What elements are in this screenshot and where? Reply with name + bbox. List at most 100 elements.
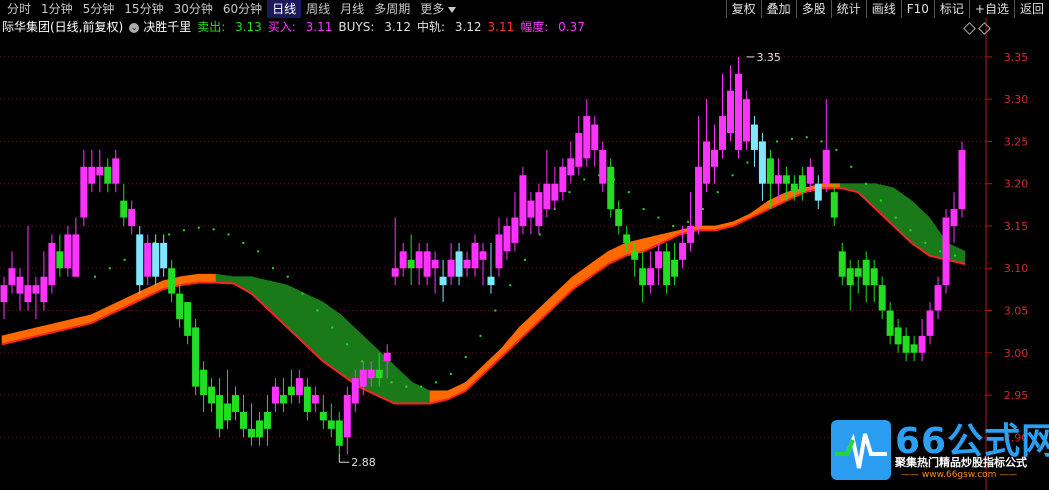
candle-body [375, 369, 383, 379]
candle-body [902, 335, 910, 353]
candle-body [399, 251, 407, 269]
signal-dot [271, 267, 274, 270]
candle-body [726, 90, 734, 133]
candle-body [575, 132, 583, 167]
candle-body [870, 268, 878, 286]
signal-dot [524, 258, 526, 261]
candle-body [822, 149, 830, 184]
signal-dot [197, 226, 200, 229]
candle-body [263, 411, 271, 429]
candle-body [663, 251, 671, 286]
signal-dot [731, 174, 734, 177]
y-tick-label: 3.25 [1004, 135, 1029, 148]
logo-url: —— www.66gsw.com —— [901, 470, 1018, 480]
signal-dot [701, 208, 704, 211]
candle-body [216, 395, 224, 429]
candle-body [415, 251, 423, 269]
candle-body [120, 200, 128, 218]
candle-body [64, 234, 72, 269]
signal-dot [435, 381, 438, 384]
candle-body [455, 251, 463, 277]
signal-dot [346, 343, 349, 346]
candle-body [128, 209, 136, 226]
signal-dot [182, 229, 185, 232]
candle-body [790, 183, 798, 193]
signal-dot [494, 309, 497, 312]
candle-body [495, 234, 503, 269]
ribbon-segment [750, 200, 770, 218]
candle-body [918, 335, 926, 353]
candle-body [798, 175, 806, 193]
low-marker-label: 2.88 [351, 456, 376, 469]
signal-dot [642, 208, 645, 211]
candle-body [407, 259, 415, 269]
y-tick-label: 3.15 [1004, 220, 1029, 233]
candle-body [271, 386, 279, 404]
candle-body [96, 166, 104, 176]
candle-body [758, 141, 766, 184]
signal-dot [257, 250, 260, 253]
candle-body [862, 259, 870, 286]
candle-body [671, 259, 679, 277]
candle-body [926, 310, 934, 336]
candle-body [327, 420, 335, 429]
candle-body [878, 285, 886, 311]
ribbon-segment [447, 381, 466, 400]
candle-body [559, 166, 567, 193]
candle-body [519, 175, 527, 226]
signal-dot [420, 385, 423, 388]
candle-body [311, 395, 319, 404]
signal-dot [850, 165, 853, 168]
candle-body [487, 276, 495, 286]
signal-dot [242, 241, 245, 244]
signal-dot [672, 224, 675, 227]
candle-body [367, 369, 375, 379]
signal-dot [301, 292, 304, 295]
candle-body [854, 268, 862, 277]
signal-dot [820, 140, 823, 143]
signal-dot [583, 178, 586, 181]
signal-dot [835, 148, 838, 151]
ribbon-segment [875, 183, 894, 227]
candle-body [774, 175, 782, 184]
candle-body [527, 200, 535, 218]
signal-dot [657, 216, 660, 219]
candle-body [192, 327, 200, 387]
signal-dot [568, 191, 571, 194]
candle-body [136, 234, 144, 286]
signal-dot [746, 161, 749, 164]
candle-body [247, 428, 255, 438]
signal-dot [909, 229, 912, 232]
signal-dot [286, 275, 289, 278]
candle-body [695, 166, 703, 226]
signal-dot [879, 199, 882, 202]
candle-body [615, 209, 623, 226]
signal-dot [108, 267, 111, 270]
candle-body [391, 268, 399, 277]
ribbon-segment [90, 305, 110, 324]
candle-body [200, 369, 208, 396]
candle-body [48, 242, 56, 286]
candle-body [543, 183, 551, 210]
signal-dot [805, 136, 808, 139]
candle-body [160, 242, 168, 269]
ribbon-segment [304, 293, 324, 362]
y-tick-label: 3.30 [1004, 93, 1029, 106]
candle-body [351, 378, 359, 404]
pulse-icon [835, 433, 887, 469]
y-tick-label: 3.00 [1004, 347, 1029, 360]
signal-dot [687, 220, 690, 223]
ribbon-segment [911, 199, 930, 257]
candle-body [942, 217, 950, 286]
candle-body [112, 158, 120, 184]
signal-dot [405, 385, 408, 388]
ribbon-segment [590, 250, 609, 278]
candlestick-chart[interactable]: 3.353.303.253.203.153.103.053.002.952.90… [0, 0, 1049, 490]
candle-body [104, 166, 112, 184]
candle-body [24, 285, 32, 303]
candle-body [631, 251, 639, 260]
candle-body [846, 268, 854, 286]
y-tick-label: 3.35 [1004, 51, 1029, 64]
candle-body [511, 217, 519, 243]
signal-dot [390, 381, 393, 384]
